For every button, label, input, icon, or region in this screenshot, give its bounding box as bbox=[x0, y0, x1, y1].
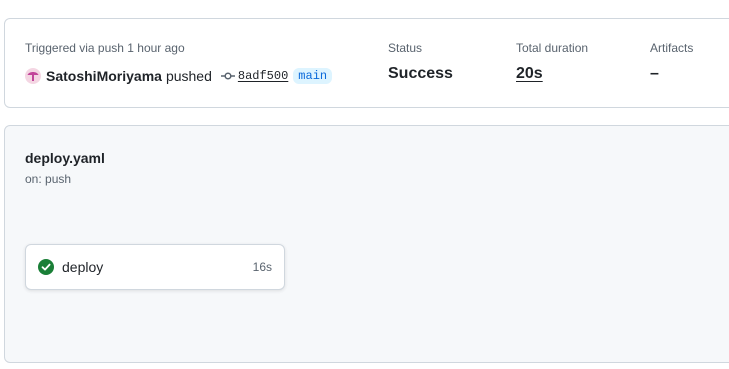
workflow-file-name: deploy.yaml bbox=[25, 150, 105, 166]
job-duration: 16s bbox=[252, 260, 272, 274]
status-label: Status bbox=[388, 41, 423, 55]
actor-line: SatoshiMoriyama pushed 8adf500 main bbox=[25, 66, 333, 86]
job-name: deploy bbox=[62, 259, 104, 275]
status-value: Success bbox=[388, 65, 453, 82]
run-summary-card: Triggered via push 1 hour ago SatoshiMor… bbox=[4, 18, 729, 108]
actor-action: pushed bbox=[165, 68, 212, 84]
trigger-label: Triggered via push 1 hour ago bbox=[25, 41, 185, 55]
artifacts-value: – bbox=[650, 65, 659, 82]
artifacts-label: Artifacts bbox=[650, 41, 694, 55]
job-card-deploy[interactable]: deploy 16s bbox=[25, 244, 285, 290]
avatar-icon[interactable] bbox=[25, 68, 41, 84]
total-duration-label: Total duration bbox=[516, 41, 589, 55]
actor-name-link[interactable]: SatoshiMoriyama bbox=[46, 68, 162, 84]
commit-sha-link[interactable]: 8adf500 bbox=[238, 69, 288, 83]
branch-badge[interactable]: main bbox=[293, 68, 333, 84]
workflow-trigger: on: push bbox=[25, 172, 72, 186]
workflow-graph-panel: deploy.yaml on: push deploy 16s bbox=[4, 125, 729, 363]
check-circle-icon bbox=[38, 259, 54, 275]
git-commit-icon bbox=[220, 68, 236, 84]
total-duration-link[interactable]: 20s bbox=[516, 65, 543, 83]
